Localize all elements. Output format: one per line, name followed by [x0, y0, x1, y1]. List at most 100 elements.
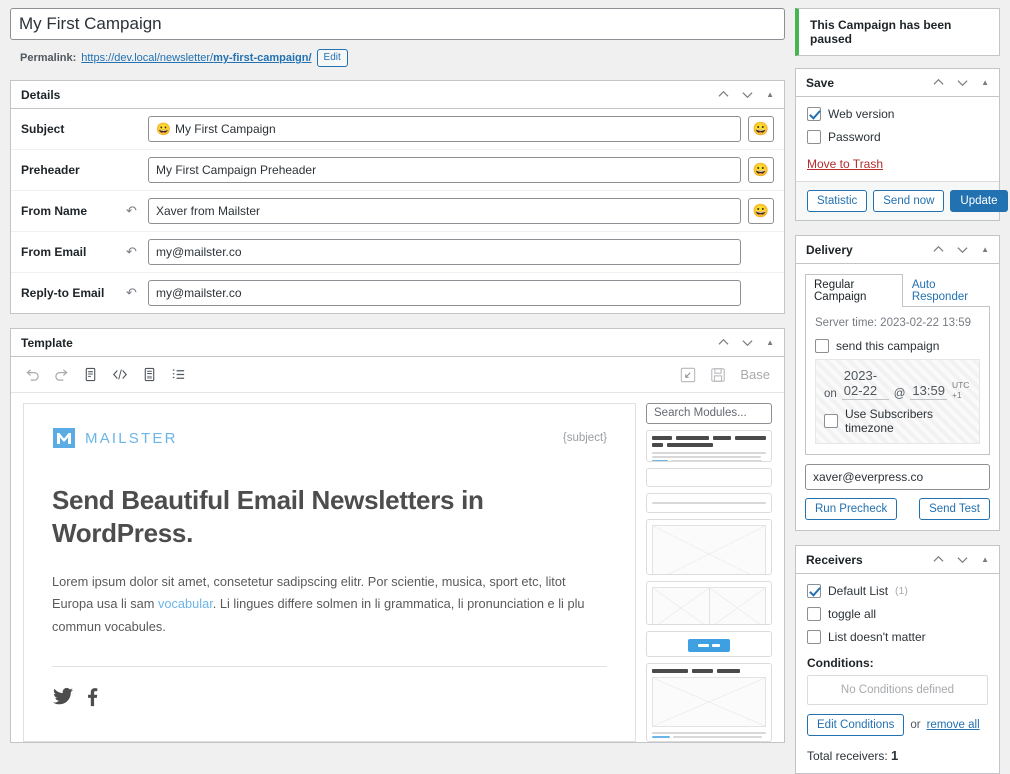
template-base-label[interactable]: Base [740, 367, 770, 382]
from-email-input[interactable]: my@mailster.co [148, 239, 741, 265]
list-icon[interactable] [171, 367, 186, 382]
list-doesnt-matter-row[interactable]: List doesn't matter [807, 630, 988, 644]
move-down-icon[interactable] [957, 244, 968, 255]
module-thumb-spacer[interactable] [646, 468, 772, 488]
at-label: @ [894, 388, 906, 400]
reset-from-email-icon[interactable]: ↶ [126, 244, 148, 260]
admin-layout: My First Campaign Permalink: https://dev… [0, 0, 1010, 709]
move-up-icon[interactable] [933, 244, 944, 255]
edit-permalink-button[interactable]: Edit [317, 49, 348, 67]
collapse-icon[interactable]: ▲ [981, 556, 989, 564]
test-email-input[interactable]: xaver@everpress.co [805, 464, 990, 490]
list-doesnt-matter-label: List doesn't matter [828, 630, 926, 644]
remove-all-link[interactable]: remove all [927, 719, 980, 731]
web-version-label: Web version [828, 107, 894, 121]
from-name-emoji-picker-button[interactable]: 😀 [748, 198, 774, 224]
details-panel-header: Details ▲ [11, 81, 784, 109]
campaign-title-input[interactable]: My First Campaign [10, 8, 785, 40]
run-precheck-button[interactable]: Run Precheck [805, 498, 897, 520]
list-doesnt-matter-checkbox[interactable] [807, 630, 821, 644]
main-column: My First Campaign Permalink: https://dev… [10, 8, 785, 709]
tab-regular-campaign[interactable]: Regular Campaign [805, 274, 903, 307]
module-thumb-content-image-button[interactable] [646, 663, 772, 742]
editor-toolbar: Base [11, 357, 784, 393]
permalink: Permalink: https://dev.local/newsletter/… [20, 49, 785, 67]
move-down-icon[interactable] [957, 77, 968, 88]
preview-heading: Send Beautiful Email Newsletters in Word… [52, 484, 607, 549]
default-list-count: (1) [895, 585, 908, 597]
fullscreen-icon[interactable] [680, 367, 696, 383]
reply-to-email-input[interactable]: my@mailster.co [148, 280, 741, 306]
subscriber-timezone-row[interactable]: Use Subscribers timezone [824, 407, 971, 435]
subscriber-timezone-checkbox[interactable] [824, 414, 838, 428]
preheader-input[interactable]: My First Campaign Preheader [148, 157, 741, 183]
collapse-icon[interactable]: ▲ [766, 91, 774, 99]
subject-emoji-picker-button[interactable]: 😀 [748, 116, 774, 142]
details-panel-title: Details [21, 88, 60, 102]
subject-value: My First Campaign [175, 122, 276, 136]
facebook-icon[interactable] [85, 687, 99, 707]
permalink-base: https://dev.local/newsletter/ [81, 52, 213, 64]
toggle-all-label: toggle all [828, 607, 876, 621]
from-email-label: From Email [21, 245, 126, 259]
move-up-icon[interactable] [933, 77, 944, 88]
field-row-subject: Subject 😀 My First Campaign 😀 [11, 109, 784, 150]
code-icon[interactable] [112, 367, 128, 382]
conditions-label: Conditions: [807, 656, 988, 670]
save-icon[interactable] [710, 367, 726, 383]
collapse-icon[interactable]: ▲ [981, 246, 989, 254]
sidebar-column: This Campaign has been paused Save ▲ Web… [795, 8, 1000, 709]
move-down-icon[interactable] [742, 337, 753, 348]
subject-label: Subject [21, 122, 126, 136]
move-to-trash-link[interactable]: Move to Trash [807, 157, 988, 171]
subject-input[interactable]: 😀 My First Campaign [148, 116, 741, 142]
preheader-emoji-picker-button[interactable]: 😀 [748, 157, 774, 183]
panel-controls: ▲ [933, 554, 989, 565]
reset-reply-to-icon[interactable]: ↶ [126, 285, 148, 301]
move-up-icon[interactable] [933, 554, 944, 565]
twitter-icon[interactable] [52, 687, 74, 707]
reset-from-name-icon[interactable]: ↶ [126, 203, 148, 219]
move-down-icon[interactable] [957, 554, 968, 565]
schedule-time-input[interactable]: 13:59 [910, 383, 947, 400]
send-campaign-row[interactable]: send this campaign [815, 339, 980, 353]
send-now-button[interactable]: Send now [873, 190, 944, 212]
edit-conditions-button[interactable]: Edit Conditions [807, 714, 904, 736]
email-preview-canvas[interactable]: MAILSTER {subject} Send Beautiful Email … [23, 403, 636, 742]
module-thumb-image[interactable] [646, 519, 772, 575]
toggle-all-checkbox[interactable] [807, 607, 821, 621]
module-thumb-text-block[interactable] [646, 430, 772, 462]
collapse-icon[interactable]: ▲ [981, 79, 989, 87]
password-row[interactable]: Password [807, 130, 988, 144]
schedule-date-input[interactable]: 2023-02-22 [842, 368, 889, 400]
move-up-icon[interactable] [718, 89, 729, 100]
module-icon[interactable] [142, 367, 157, 382]
undo-icon[interactable] [25, 367, 40, 382]
module-thumb-divider[interactable] [646, 493, 772, 513]
send-test-button[interactable]: Send Test [919, 498, 990, 520]
collapse-icon[interactable]: ▲ [766, 339, 774, 347]
default-list-row[interactable]: Default List (1) [807, 584, 988, 598]
web-version-row[interactable]: Web version [807, 107, 988, 121]
tab-auto-responder[interactable]: Auto Responder [903, 274, 990, 307]
statistic-button[interactable]: Statistic [807, 190, 867, 212]
send-campaign-checkbox[interactable] [815, 339, 829, 353]
preview-paragraph: Lorem ipsum dolor sit amet, consetetur s… [52, 571, 607, 638]
search-modules-input[interactable]: Search Modules... [646, 403, 772, 424]
document-icon[interactable] [83, 367, 98, 382]
redo-icon[interactable] [54, 367, 69, 382]
password-checkbox[interactable] [807, 130, 821, 144]
web-version-checkbox[interactable] [807, 107, 821, 121]
vocabular-link[interactable]: vocabular [158, 596, 213, 611]
update-button[interactable]: Update [950, 190, 1007, 212]
toggle-all-row[interactable]: toggle all [807, 607, 988, 621]
move-up-icon[interactable] [718, 337, 729, 348]
from-name-input[interactable]: Xaver from Mailster [148, 198, 741, 224]
module-thumb-two-column-image[interactable] [646, 581, 772, 625]
permalink-link[interactable]: https://dev.local/newsletter/my-first-ca… [81, 52, 311, 64]
move-down-icon[interactable] [742, 89, 753, 100]
module-thumb-button[interactable] [646, 631, 772, 657]
receivers-panel: Receivers ▲ Default List (1) toggle all [795, 545, 1000, 774]
delivery-tabs: Regular Campaign Auto Responder [805, 273, 990, 307]
default-list-checkbox[interactable] [807, 584, 821, 598]
